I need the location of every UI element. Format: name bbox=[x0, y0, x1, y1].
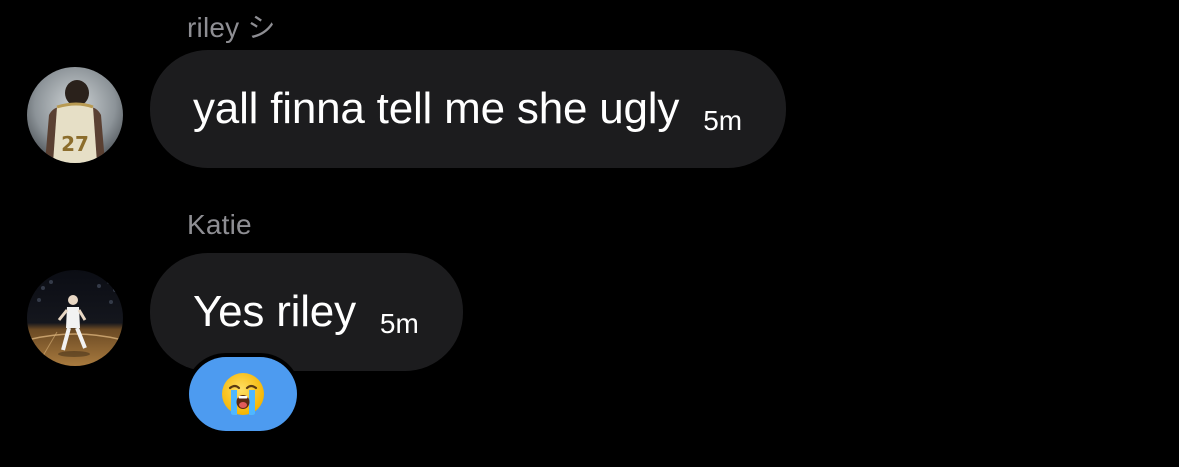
avatar[interactable]: 27 bbox=[27, 67, 123, 163]
loudly-crying-face-icon bbox=[222, 373, 264, 415]
svg-text:27: 27 bbox=[61, 132, 89, 156]
sender-name: riley シ bbox=[187, 12, 276, 43]
message-bubble[interactable]: yall finna tell me she ugly 5m bbox=[150, 50, 787, 168]
avatar-katie-image bbox=[27, 270, 123, 366]
sender-name: Katie bbox=[187, 209, 252, 240]
message-bubble[interactable]: Yes riley 5m bbox=[150, 253, 463, 371]
message-text: yall finna tell me she ugly bbox=[193, 84, 680, 133]
avatar[interactable] bbox=[27, 270, 123, 366]
message-timestamp: 5m bbox=[379, 308, 419, 339]
avatar-riley-image: 27 bbox=[27, 67, 123, 163]
reaction-badge[interactable] bbox=[189, 357, 297, 431]
message-timestamp: 5m bbox=[703, 105, 743, 136]
message-text: Yes riley bbox=[193, 287, 356, 336]
